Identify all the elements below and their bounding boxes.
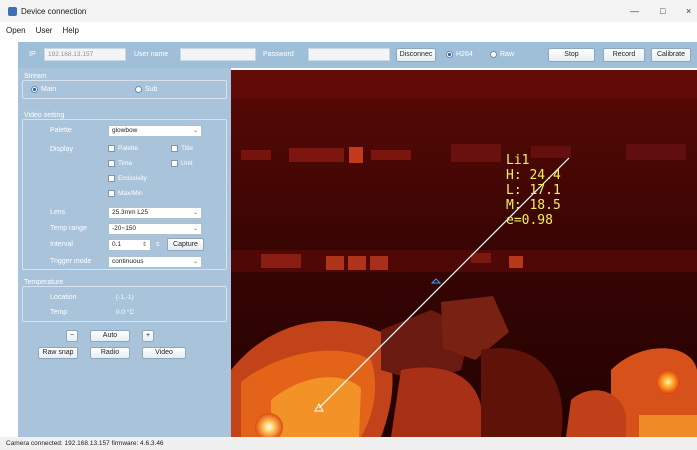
trigger-mode-select[interactable]: continuous ⌄	[108, 256, 202, 268]
checkbox-box	[108, 175, 115, 182]
temp-value: 0.0 °C	[116, 309, 135, 316]
title-bar: Device connection — □ ×	[0, 0, 697, 22]
thermal-video-view[interactable]: Li1 H: 24.4 L: 17.1 M: 18.5 e=0.98	[231, 70, 697, 437]
auto-button[interactable]: Auto	[90, 330, 130, 342]
window-title: Device connection	[21, 6, 87, 16]
max-temp: H: 24.4	[506, 168, 561, 183]
display-palette-checkbox[interactable]: Palette	[108, 145, 138, 152]
lens-value: 25.3mm L25	[112, 209, 149, 216]
display-emissivity-label: Emissivity	[118, 175, 147, 182]
menu-open[interactable]: Open	[6, 26, 26, 35]
chevron-down-icon: ⌄	[192, 210, 198, 216]
display-maxmin-checkbox[interactable]: Max/Min	[108, 190, 143, 197]
menu-user[interactable]: User	[36, 26, 53, 35]
display-title-checkbox[interactable]: Title	[171, 145, 193, 152]
stream-group: Main Sub	[22, 80, 227, 99]
min-temp: L: 17.1	[506, 183, 561, 198]
password-label: Password	[263, 51, 294, 58]
stop-button[interactable]: Stop	[548, 48, 595, 62]
app-icon	[8, 6, 17, 16]
checkbox-box	[108, 145, 115, 152]
interval-value: 0.1	[112, 241, 122, 248]
location-value: (-1,-1)	[116, 294, 134, 301]
video-setting-title: Video setting	[24, 112, 65, 119]
temp-range-label: Temp range	[50, 225, 87, 232]
display-time-label: Time	[118, 160, 133, 167]
username-label: User name	[134, 51, 169, 58]
capture-button[interactable]: Capture	[167, 238, 204, 251]
display-palette-label: Palette	[118, 145, 139, 152]
radio-button[interactable]: Radio	[90, 347, 130, 359]
main-radio-dot	[31, 86, 38, 93]
temp-label: Temp	[50, 309, 68, 316]
disconnect-button[interactable]: Disconnec	[396, 48, 436, 62]
checkbox-box	[171, 160, 178, 167]
main-label: Main	[41, 86, 57, 93]
menu-bar: Open User Help	[0, 22, 697, 39]
lens-select[interactable]: 25.3mm L25 ⌄	[108, 207, 202, 219]
temperature-title: Temperature	[24, 279, 64, 286]
palette-select[interactable]: glowbow ⌄	[108, 125, 202, 137]
calibrate-button[interactable]: Calibrate	[651, 48, 691, 62]
password-field[interactable]	[308, 48, 390, 61]
display-unit-label: Unit	[181, 160, 193, 167]
line-name: Li1	[506, 153, 530, 168]
close-button[interactable]: ×	[686, 6, 691, 16]
h264-radio-dot	[446, 51, 453, 58]
checkbox-box	[108, 190, 115, 197]
stream-sub-radio[interactable]: Sub	[135, 86, 157, 93]
temperature-group	[22, 286, 227, 322]
chevron-down-icon: ⌄	[192, 128, 198, 134]
measurement-overlay: Li1 H: 24.4 L: 17.1 M: 18.5 e=0.98	[506, 153, 561, 228]
trigger-mode-label: Trigger mode	[50, 258, 92, 265]
stream-title: Stream	[24, 73, 47, 80]
sub-label: Sub	[145, 86, 158, 93]
temp-range-select[interactable]: -20~150 ⌄	[108, 223, 202, 235]
palette-value: glowbow	[112, 127, 138, 134]
chevron-down-icon: ⌄	[192, 226, 198, 232]
palette-label: Palette	[50, 127, 72, 134]
plus-button[interactable]: +	[142, 330, 154, 342]
minimize-button[interactable]: —	[630, 6, 639, 16]
checkbox-box	[108, 160, 115, 167]
display-label: Display	[50, 146, 73, 153]
h264-label: H264	[456, 51, 473, 58]
interval-stepper[interactable]: 0.1 ⇕	[108, 239, 151, 251]
checkbox-box	[171, 145, 178, 152]
chevron-down-icon: ⌄	[192, 259, 198, 265]
temp-range-value: -20~150	[112, 225, 137, 232]
ip-label: IP	[29, 51, 36, 58]
stepper-arrows-icon[interactable]: ⇕	[142, 240, 147, 250]
video-button[interactable]: Video	[142, 347, 186, 359]
sub-radio-dot	[135, 86, 142, 93]
ip-field[interactable]: 192.168.13.157	[44, 48, 126, 61]
status-bar: Camera connected: 192.168.13.157 firmwar…	[0, 437, 697, 450]
mean-temp: M: 18.5	[506, 198, 561, 213]
raw-radio-dot	[490, 51, 497, 58]
trigger-mode-value: continuous	[112, 258, 144, 265]
emissivity-value: e=0.98	[506, 213, 553, 228]
location-label: Location	[50, 294, 77, 301]
username-field[interactable]	[180, 48, 256, 61]
lens-label: Lens	[50, 209, 66, 216]
display-emissivity-checkbox[interactable]: Emissivity	[108, 175, 147, 182]
interval-label: Interval	[50, 241, 73, 248]
thermal-image	[231, 70, 697, 437]
raw-label: Raw	[500, 51, 515, 58]
display-time-checkbox[interactable]: Time	[108, 160, 132, 167]
raw-radio[interactable]: Raw	[490, 51, 514, 58]
display-maxmin-label: Max/Min	[118, 190, 143, 197]
stream-main-radio[interactable]: Main	[31, 86, 56, 93]
maximize-button[interactable]: □	[660, 6, 665, 16]
menu-help[interactable]: Help	[62, 26, 78, 35]
record-button[interactable]: Record	[603, 48, 645, 62]
settings-panel: Stream Main Sub Video setting Palette gl…	[18, 68, 231, 437]
h264-radio[interactable]: H264	[446, 51, 473, 58]
interval-unit: s	[156, 241, 160, 248]
connection-toolbar: IP 192.168.13.157 User name Password Dis…	[18, 42, 697, 68]
display-unit-checkbox[interactable]: Unit	[171, 160, 193, 167]
minus-button[interactable]: −	[66, 330, 78, 342]
display-title-label: Title	[181, 145, 194, 152]
raw-snap-button[interactable]: Raw snap	[38, 347, 78, 359]
